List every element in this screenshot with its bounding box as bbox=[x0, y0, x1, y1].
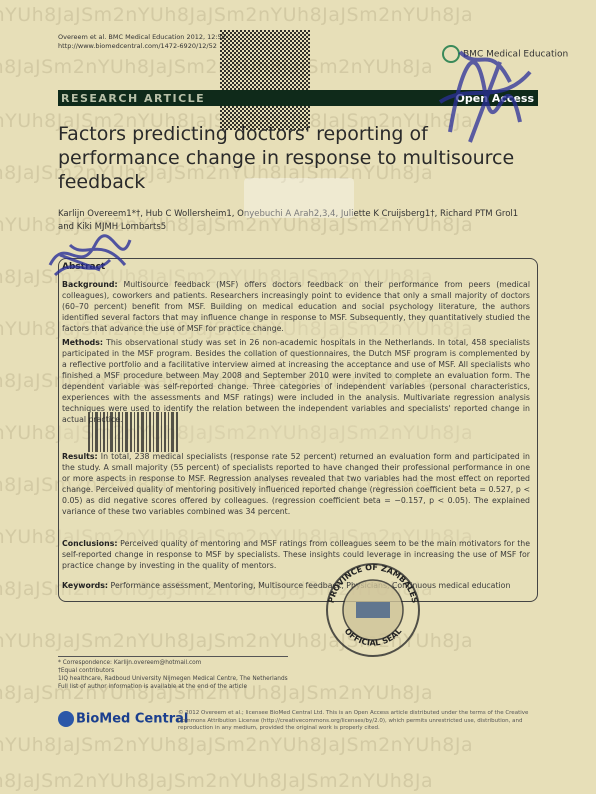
license-text: © 2012 Overeem et al.; licensee BioMed C… bbox=[178, 710, 529, 731]
abstract-conclusions: Conclusions: Perceived quality of mentor… bbox=[62, 538, 530, 571]
article-type: RESEARCH ARTICLE bbox=[61, 92, 206, 105]
section-heading: Keywords: bbox=[62, 581, 109, 590]
watermark-line: 2nYUh8JaJSm2nYUh8JaJSm2nYUh8JaJSm2nYUh8J… bbox=[0, 734, 474, 756]
correspondence-note: * Correspondence: Karlijn.overeem@hotmai… bbox=[58, 660, 202, 666]
barcode-stamp-icon bbox=[88, 412, 178, 452]
watermark-line: 2nYUh8JaJSm2nYUh8JaJSm2nYUh8JaJSm2nYUh8J… bbox=[0, 770, 434, 792]
biomed-mark-icon bbox=[58, 711, 74, 727]
official-seal-icon: PROVINCE OF ZAMBALES OFFICIAL SEAL bbox=[326, 563, 420, 657]
watermark-line: 2nYUh8JaJSm2nYUh8JaJSm2nYUh8JaJSm2nYUh8J… bbox=[0, 630, 474, 652]
abstract-background: Background: Multisource feedback (MSF) o… bbox=[62, 279, 530, 334]
publisher-logo-text: BioMed Central bbox=[76, 711, 189, 727]
article-url[interactable]: http://www.biomedcentral.com/1472-6920/1… bbox=[58, 42, 226, 51]
signature-scribble-icon bbox=[48, 234, 132, 277]
section-text: Performance assessment, Mentoring, Multi… bbox=[110, 581, 511, 590]
section-text: Perceived quality of mentoring and MSF r… bbox=[62, 539, 531, 570]
noise-stamp-icon bbox=[220, 30, 310, 130]
redaction-box bbox=[244, 178, 354, 218]
running-header: Overeem et al. BMC Medical Education 201… bbox=[58, 33, 226, 51]
section-heading: Results: bbox=[62, 452, 98, 461]
signature-top-icon bbox=[438, 50, 532, 143]
section-text: Multisource feedback (MSF) offers doctor… bbox=[62, 280, 531, 333]
section-heading: Conclusions: bbox=[62, 539, 118, 548]
affiliation-note: 1IQ healthcare, Radboud University Nijme… bbox=[58, 676, 288, 682]
abstract-keywords: Keywords: Performance assessment, Mentor… bbox=[62, 580, 530, 591]
section-text: In total, 238 medical specialists (respo… bbox=[62, 452, 530, 516]
section-heading: Methods: bbox=[62, 338, 104, 347]
footnotes: * Correspondence: Karlijn.overeem@hotmai… bbox=[58, 656, 288, 691]
journal-citation: Overeem et al. BMC Medical Education 201… bbox=[58, 33, 226, 41]
publisher-logo: BioMed Central bbox=[58, 711, 188, 727]
abstract-results: Results: In total, 238 medical specialis… bbox=[62, 451, 530, 517]
equal-contrib-note: †Equal contributors bbox=[58, 668, 115, 674]
full-list-note: Full list of author information is avail… bbox=[58, 684, 248, 690]
